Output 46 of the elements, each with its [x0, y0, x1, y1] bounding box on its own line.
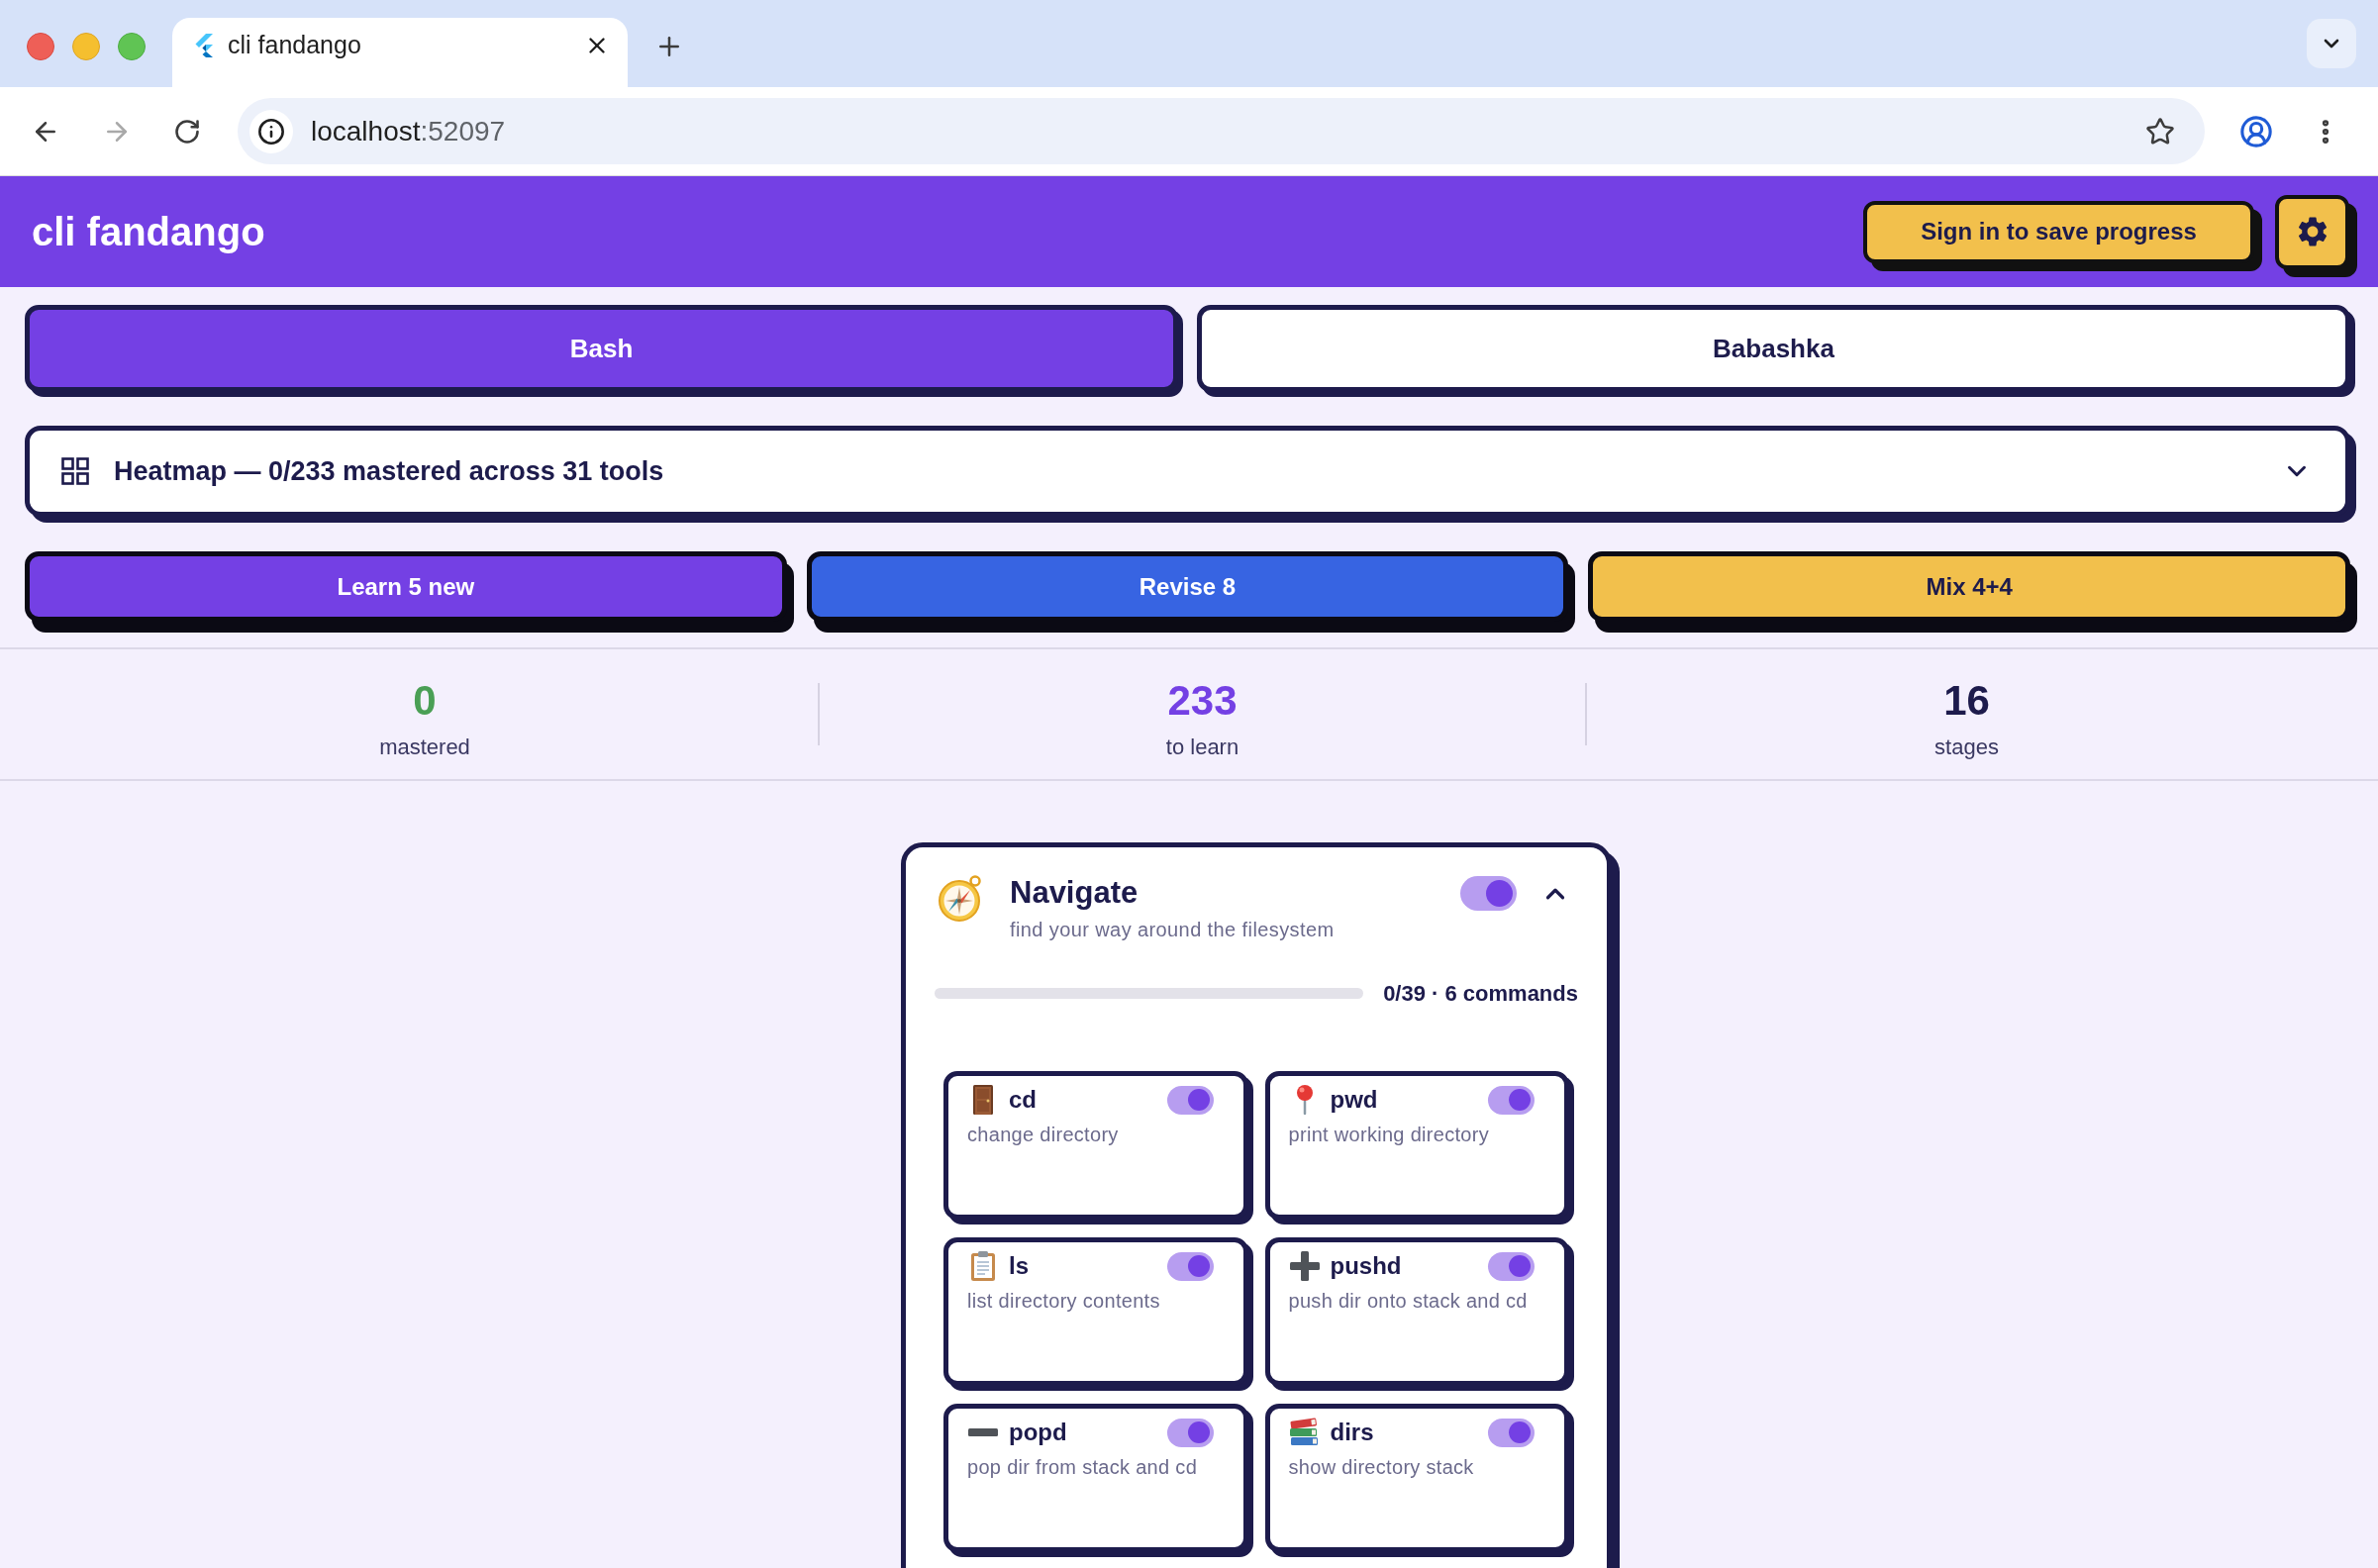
address-bar[interactable]: localhost:52097 — [238, 98, 2205, 164]
grid-icon — [61, 457, 89, 485]
toggle-switch[interactable] — [1166, 1085, 1214, 1115]
command-description: push dir onto stack and cd — [1288, 1289, 1529, 1314]
reload-icon[interactable] — [173, 117, 201, 146]
command-name: ls — [1009, 1251, 1029, 1281]
command-description: show directory stack — [1288, 1455, 1475, 1480]
pushpin-icon — [1295, 1085, 1314, 1115]
minus-icon — [968, 1428, 998, 1436]
stat-label: to learn — [1165, 735, 1239, 758]
stat-label: mastered — [379, 735, 470, 758]
progress-text: 0/39 · 6 commands — [1383, 980, 1578, 1008]
command-description: pop dir from stack and cd — [967, 1455, 1199, 1480]
toggle-switch[interactable] — [1166, 1418, 1214, 1447]
toggle-switch[interactable] — [1166, 1251, 1214, 1281]
browser-tab[interactable]: cli fandango — [172, 18, 628, 87]
chevron-logo-icon — [194, 34, 214, 57]
stat-value: 233 — [1167, 679, 1238, 722]
command-name: cd — [1009, 1085, 1037, 1115]
stat-label: stages — [1934, 735, 1999, 758]
door-icon — [973, 1085, 993, 1115]
tab-title: cli fandango — [228, 30, 361, 61]
stage-title: Navigate — [1010, 874, 1139, 912]
url-text: localhost:52097 — [311, 114, 506, 148]
books-icon — [1289, 1418, 1320, 1447]
app-title: cli fandango — [32, 209, 265, 255]
plus-icon — [1289, 1251, 1320, 1281]
toggle-switch[interactable] — [1488, 1251, 1535, 1281]
toggle-switch[interactable] — [1488, 1418, 1535, 1447]
stat-value: 16 — [1943, 679, 1990, 722]
command-description: change directory — [967, 1123, 1120, 1147]
profile-icon[interactable] — [2239, 114, 2273, 148]
stage-subtitle: find your way around the filesystem — [1010, 918, 1335, 942]
command-name: dirs — [1330, 1418, 1374, 1447]
command-description: list directory contents — [967, 1289, 1161, 1314]
info-icon[interactable] — [249, 109, 293, 153]
stat-value: 0 — [413, 679, 437, 722]
command-name: pwd — [1330, 1085, 1378, 1115]
command-name: pushd — [1330, 1251, 1402, 1281]
command-name: popd — [1009, 1418, 1067, 1447]
clipboard-icon — [971, 1251, 995, 1281]
star-icon[interactable] — [2145, 116, 2175, 147]
command-description: print working directory — [1288, 1123, 1491, 1147]
toggle-switch[interactable] — [1488, 1085, 1535, 1115]
toggle-switch[interactable] — [1460, 876, 1517, 911]
close-window-button[interactable] — [27, 33, 54, 60]
